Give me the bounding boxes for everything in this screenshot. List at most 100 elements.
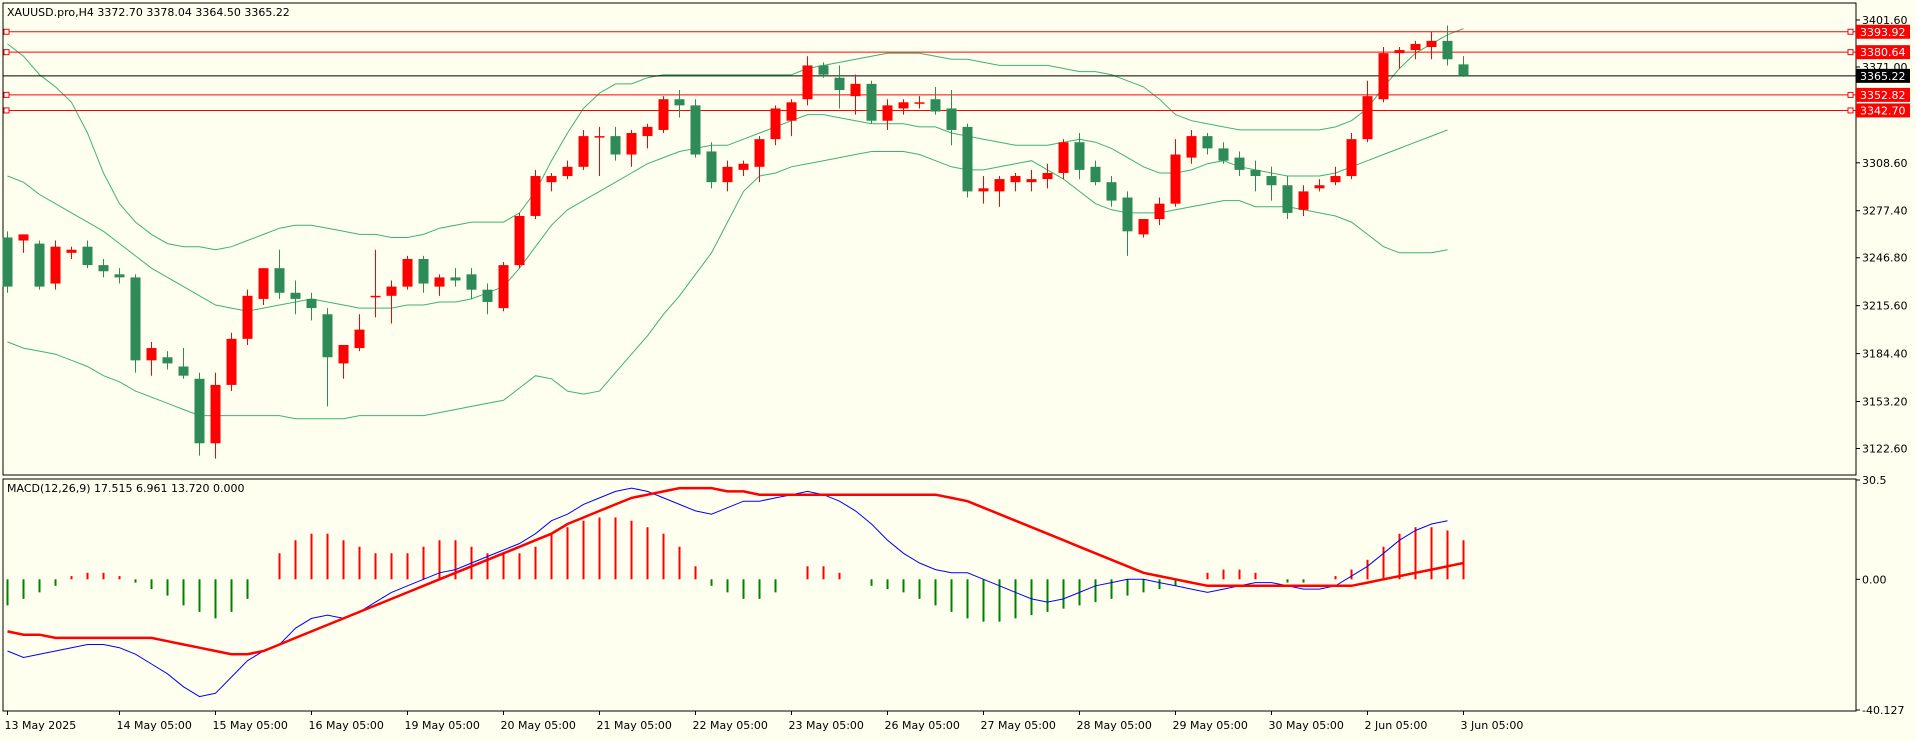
candle-body [258,268,269,299]
candle-body [1250,169,1261,177]
time-tick-label: 22 May 05:00 [693,719,768,732]
candle-body [1314,185,1325,189]
price-tick-label: 3215.60 [1862,300,1908,313]
candle-body [1282,185,1293,213]
candle-body [338,344,349,364]
candle-body [418,258,429,284]
candle-body [978,188,989,192]
candle-body [354,329,365,349]
candle-body [1218,148,1229,161]
candle-body [66,249,77,253]
level-price-label: 3352.82 [1860,89,1906,102]
candle-body [754,139,765,167]
candle-body [1026,179,1037,183]
time-tick-label: 26 May 05:00 [885,719,960,732]
time-tick-label: 20 May 05:00 [501,719,576,732]
time-tick-label: 29 May 05:00 [1173,719,1248,732]
level-handle-right [1847,49,1854,56]
candle-body [1058,142,1069,173]
candle-body [1122,197,1133,232]
candle-body [962,126,973,192]
time-tick-label: 15 May 05:00 [213,719,288,732]
candle-body [434,277,445,287]
level-handle-left [3,28,10,35]
time-axis: 13 May 2025 14 May 05:00 15 May 05:00 16 Ma… [5,711,1524,732]
candle-body [1170,154,1181,204]
candle-body [290,292,301,299]
candle-body [1090,166,1101,183]
candle-body [882,105,893,121]
candle-body [194,378,205,444]
candle-body [818,65,829,75]
price-tick-label: 3277.40 [1862,205,1908,218]
candle-body [898,102,909,109]
chart-title: XAUUSD.pro,H4 3372.70 3378.04 3364.50 33… [7,6,290,19]
candle-body [402,258,413,287]
candle-body [930,99,941,112]
candle-body [546,176,557,183]
candle-body [18,234,29,241]
candle-body [274,268,285,293]
macd-tick-label: -40.127 [1862,704,1904,717]
level-handle-right [1847,91,1854,98]
time-tick-label: 28 May 05:00 [1077,719,1152,732]
macd-main-line [7,486,1464,656]
candle-body [114,274,125,278]
time-tick-label: 19 May 05:00 [405,719,480,732]
candle-body [658,99,669,130]
horizontal-levels[interactable]: 3393.92 3380.64 3352.82 3342.70 [3,24,1910,118]
level-handle-left [3,91,10,98]
candle-body [674,99,685,106]
candle-body [1442,40,1453,60]
current-price-label: 3365.22 [1860,70,1906,83]
time-tick-label: 3 Jun 05:00 [1461,719,1524,732]
candle-body [866,83,877,121]
time-tick-label: 27 May 05:00 [981,719,1056,732]
candle-body [578,136,589,167]
candle-body [786,102,797,121]
candle-body [50,246,61,284]
candles [2,25,1469,459]
macd-panel-frame [2,478,1857,712]
main-panel-frame [2,2,1857,476]
candle-body [130,277,141,361]
candle-body [1202,136,1213,149]
candle-body [626,133,637,155]
chart-svg[interactable]: 3393.923380.643352.823342.70 3401.603371… [0,0,1916,737]
candle-body [2,237,13,287]
candle-body [802,65,813,100]
candle-body [1346,139,1357,177]
candle-body [178,366,189,376]
candle-body [850,83,861,97]
candle-body [482,289,493,302]
chart-root: 3393.92 3380.64 3352.82 3342.70 3401.60 3371… [0,0,1916,737]
candle-body [162,357,173,364]
candle-body [690,105,701,155]
price-tick-label: 3184.40 [1862,348,1908,361]
time-tick-label: 23 May 05:00 [789,719,864,732]
candle-body [994,179,1005,192]
candle-body [306,298,317,309]
candle-body [594,136,605,138]
candle-body [450,277,461,281]
candle-body [946,108,957,130]
candle-body [914,102,925,104]
candle-body [562,166,573,177]
bollinger-lower-line [7,151,1448,420]
candle-body [1154,203,1165,220]
candle-body [466,274,477,290]
candle-body [242,295,253,339]
candle-body [34,243,45,287]
candle-body [1330,176,1341,183]
candle-body [210,384,221,444]
candle-body [226,338,237,385]
time-tick-label: 21 May 05:00 [597,719,672,732]
candle-body [1138,219,1149,235]
level-handle-right [1847,28,1854,35]
price-tick-label: 3401.60 [1862,14,1908,27]
level-price-label: 3342.70 [1860,104,1906,117]
macd-tick-label: 30.5 [1862,474,1887,487]
level-price-label: 3393.92 [1860,26,1906,39]
candle-body [1458,64,1469,76]
macd-axis: 30.5 0.00 -40.127 [1856,474,1904,717]
